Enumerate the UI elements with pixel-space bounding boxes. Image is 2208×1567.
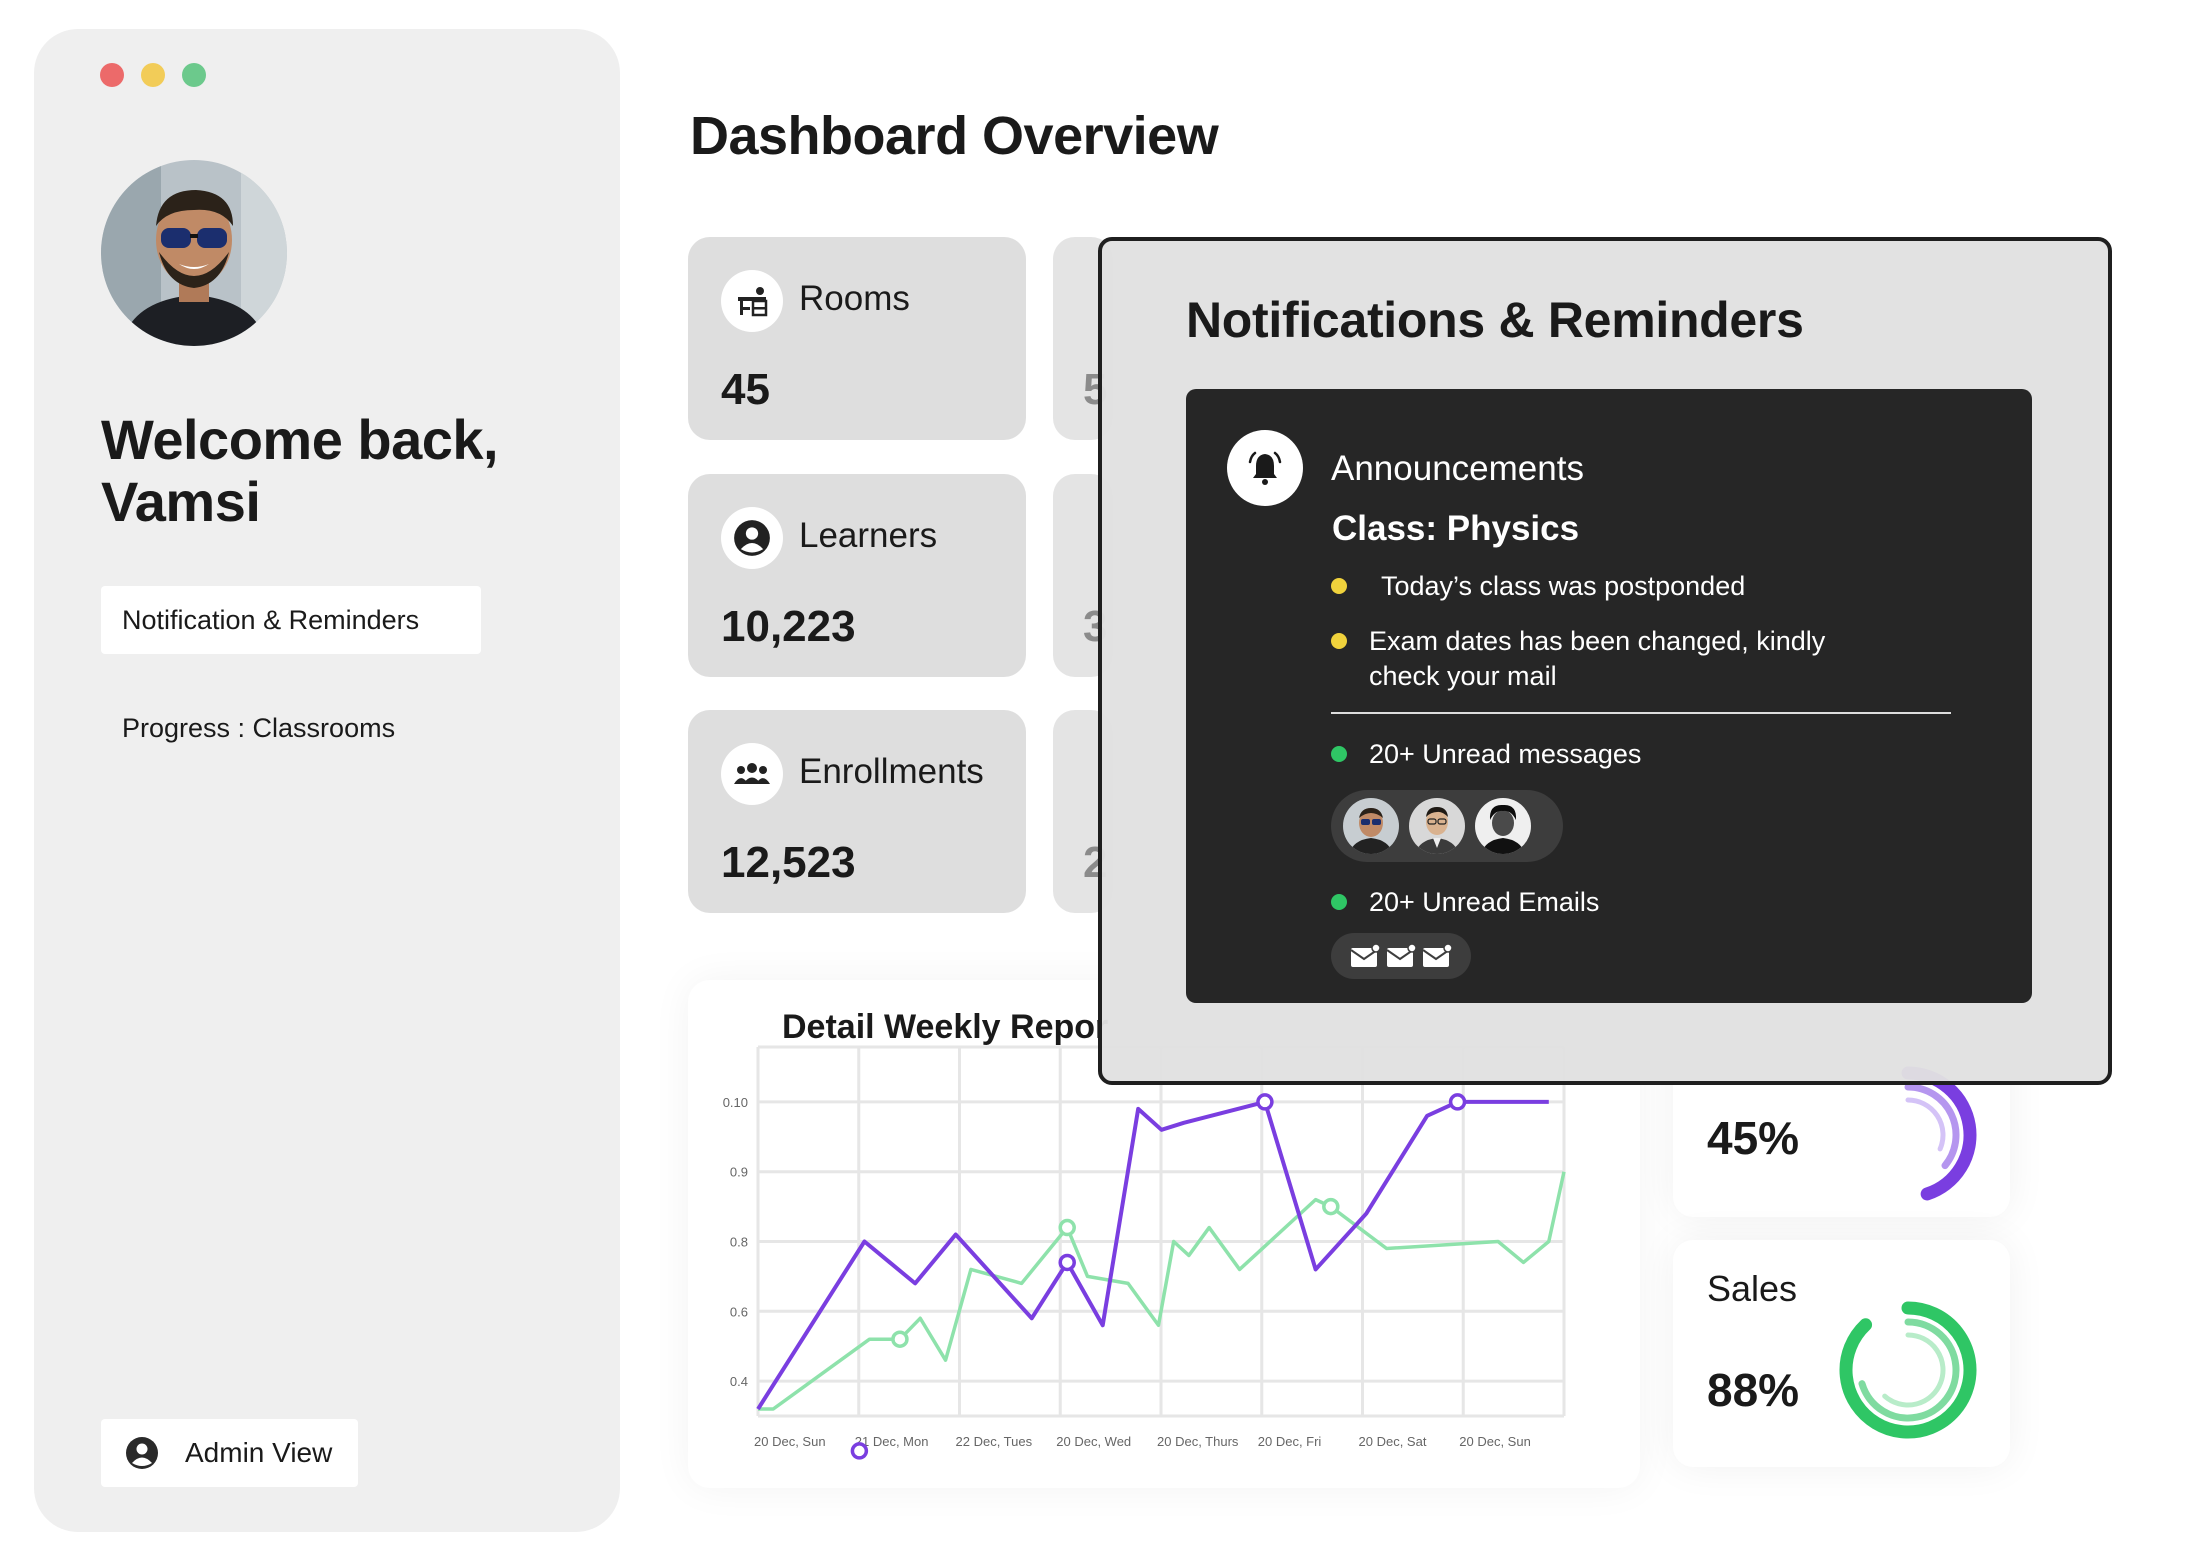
admin-view-label: Admin View xyxy=(185,1437,333,1468)
announcement-text: Today’s class was postponded xyxy=(1381,571,1746,601)
nav-notifications-reminders[interactable]: Notification & Reminders xyxy=(101,586,481,654)
announcement-text: Exam dates has been changed, kindly chec… xyxy=(1369,626,1826,691)
sales-stat-card[interactable]: Sales 88% xyxy=(1673,1240,2010,1467)
nav-label: Notification & Reminders xyxy=(122,604,420,635)
series-point xyxy=(891,1330,909,1348)
nav-progress-classrooms[interactable]: Progress : Classrooms xyxy=(101,694,395,762)
avatar[interactable] xyxy=(1475,798,1531,854)
x-tick-label: 20 Dec, Sun xyxy=(754,1434,826,1449)
notifications-title: Notifications & Reminders xyxy=(1186,292,1804,348)
yellow-dot-icon xyxy=(1331,633,1347,649)
user-circle-icon xyxy=(721,507,783,569)
avatar[interactable] xyxy=(1409,798,1465,854)
stat-name: Sales xyxy=(1707,1268,1798,1309)
announcement-item[interactable]: Exam dates has been changed, kindly chec… xyxy=(1331,624,1825,694)
series-line xyxy=(756,1099,1549,1411)
card-value: 12,523 xyxy=(721,838,856,887)
x-tick-label: 20 Dec, Wed xyxy=(1056,1434,1131,1449)
divider xyxy=(1331,712,1951,714)
x-tick-label: 22 Dec, Tues xyxy=(956,1434,1033,1449)
page-title: Dashboard Overview xyxy=(690,106,1219,166)
y-tick-label: 0.9 xyxy=(730,1165,748,1180)
welcome-heading: Welcome back, Vamsi xyxy=(101,408,499,533)
nav-label: Progress : Classrooms xyxy=(122,712,396,743)
class-name: Class: Physics xyxy=(1332,509,1580,548)
desk-icon xyxy=(721,270,783,332)
card-label: Rooms xyxy=(799,279,910,318)
series-point xyxy=(1256,1093,1274,1111)
sales-ring xyxy=(1839,1301,1977,1439)
series-point xyxy=(1322,1197,1340,1216)
announcements-heading: Announcements xyxy=(1331,449,1584,488)
message-avatars[interactable] xyxy=(1331,790,1563,862)
announcement-item[interactable]: Today’s class was postponded xyxy=(1331,569,1745,604)
welcome-line: Welcome back, xyxy=(101,408,499,471)
avatar[interactable] xyxy=(1343,798,1399,854)
y-tick-label: 0.10 xyxy=(723,1095,748,1110)
unread-emails-item[interactable]: 20+ Unread Emails xyxy=(1331,885,1599,920)
y-tick-label: 0.4 xyxy=(730,1374,748,1389)
x-tick-label: 20 Dec, Thurs xyxy=(1157,1434,1239,1449)
group-icon xyxy=(721,743,783,805)
rooms-card[interactable]: Rooms 45 xyxy=(688,237,1026,440)
green-dot-icon xyxy=(1331,746,1347,762)
enrollments-card[interactable]: Enrollments 12,523 xyxy=(688,710,1026,913)
admin-view-button[interactable]: Admin View xyxy=(101,1419,358,1487)
mail-icon xyxy=(1386,943,1417,967)
bell-icon xyxy=(1227,430,1303,506)
maximize-dot[interactable] xyxy=(182,63,206,87)
ring-arc xyxy=(1839,1301,1977,1439)
learners-card[interactable]: Learners 10,223 xyxy=(688,474,1026,677)
x-tick-label: 20 Dec, Sat xyxy=(1359,1434,1427,1449)
y-tick-label: 0.6 xyxy=(730,1304,748,1319)
stat-percent: 88% xyxy=(1707,1364,1800,1416)
notifications-panel[interactable]: Notifications & Reminders Announcements … xyxy=(1098,237,2112,1085)
window-controls xyxy=(100,63,206,87)
unread-messages-text: 20+ Unread messages xyxy=(1369,739,1642,769)
user-avatar[interactable] xyxy=(101,160,287,346)
card-label: Learners xyxy=(799,516,938,555)
yellow-dot-icon xyxy=(1331,578,1347,594)
card-value: 45 xyxy=(721,365,770,414)
close-dot[interactable] xyxy=(100,63,124,87)
y-tick-label: 0.8 xyxy=(730,1235,748,1250)
ring-arc xyxy=(1905,1097,1946,1152)
x-tick-label: 20 Dec, Fri xyxy=(1258,1434,1322,1449)
unread-messages-item[interactable]: 20+ Unread messages xyxy=(1331,737,1641,772)
green-dot-icon xyxy=(1331,894,1347,910)
series-point xyxy=(1448,1093,1467,1111)
unread-emails-text: 20+ Unread Emails xyxy=(1369,887,1600,917)
user-circle-icon xyxy=(126,1437,158,1469)
card-value: 10,223 xyxy=(721,602,856,651)
card-label: Enrollments xyxy=(799,752,984,791)
sidebar: Welcome back, Vamsi Notification & Remin… xyxy=(34,29,620,1532)
mail-icon xyxy=(1350,943,1381,967)
x-tick-label: 20 Dec, Sun xyxy=(1459,1434,1531,1449)
stat-percent: 45% xyxy=(1707,1112,1800,1164)
series-point xyxy=(1058,1253,1076,1272)
ring-arc xyxy=(1882,1332,1946,1408)
user-name: Vamsi xyxy=(101,470,261,533)
email-icons[interactable] xyxy=(1331,933,1471,979)
series-point xyxy=(850,1442,869,1460)
mail-icon xyxy=(1422,943,1453,967)
announcements-panel: Announcements Class: Physics Today’s cla… xyxy=(1186,389,2032,1003)
minimize-dot[interactable] xyxy=(141,63,165,87)
series-point xyxy=(1058,1218,1076,1237)
